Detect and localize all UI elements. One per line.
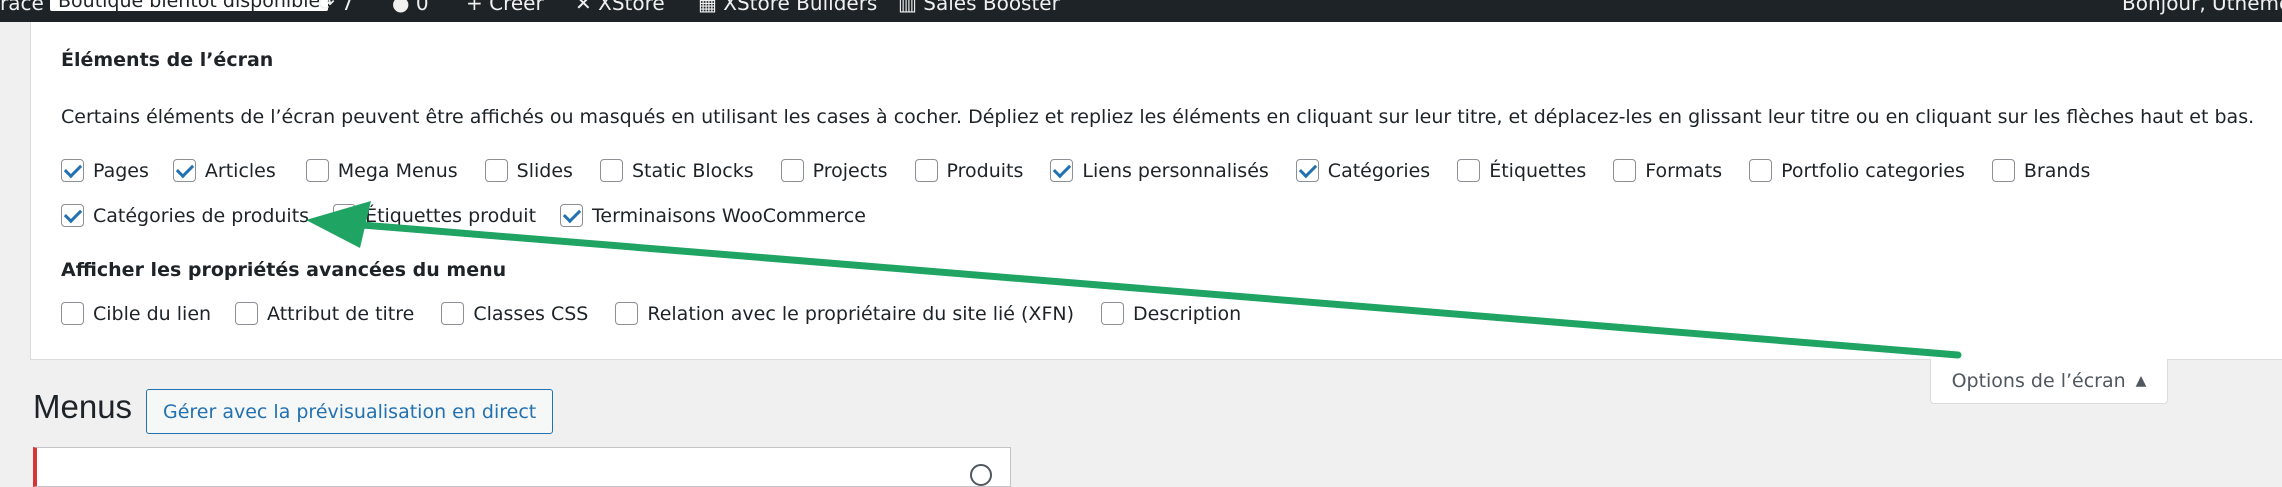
box-label: Articles: [204, 159, 276, 182]
comments-link[interactable]: ● 0: [392, 0, 429, 15]
adv-toggle-xfn[interactable]: Relation avec le propriétaire du site li…: [615, 302, 1074, 325]
adv-toggle-link-target[interactable]: Cible du lien: [61, 302, 211, 325]
xstore-logo-icon: ✕: [575, 0, 592, 15]
box-toggle-pages[interactable]: Pages: [61, 159, 149, 182]
store-status-badge[interactable]: Boutique bientôt disponible: [50, 0, 329, 11]
site-name-link[interactable]: race: [0, 0, 44, 15]
adv-toggle-description[interactable]: Description: [1101, 302, 1241, 325]
box-toggle-static-blocks[interactable]: Static Blocks: [599, 159, 754, 182]
box-label: Static Blocks: [631, 159, 754, 182]
checkbox[interactable]: [235, 302, 259, 325]
help-circle-icon[interactable]: [970, 464, 992, 486]
checkbox[interactable]: [1050, 159, 1074, 182]
box-toggle-slides[interactable]: Slides: [484, 159, 573, 182]
advanced-properties-title: Afficher les propriétés avancées du menu: [61, 259, 507, 281]
comments-count: 0: [415, 0, 429, 15]
advanced-row: Cible du lien Attribut de titre Classes …: [61, 302, 1241, 325]
sales-booster-link[interactable]: ▥ Sales Booster: [898, 0, 1060, 15]
checkbox[interactable]: [1749, 159, 1773, 182]
updates-count: 7: [341, 0, 354, 15]
builders-label: XStore Builders: [723, 0, 878, 15]
live-preview-button[interactable]: Gérer avec la prévisualisation en direct: [146, 389, 554, 434]
comment-icon: ●: [392, 0, 410, 15]
box-label: Slides: [516, 159, 573, 182]
box-label: Pages: [93, 159, 149, 182]
sales-booster-label: Sales Booster: [923, 0, 1060, 15]
xstore-builders-link[interactable]: ▦ XStore Builders: [698, 0, 877, 15]
checkbox[interactable]: [1991, 159, 2015, 182]
triangle-up-icon: ▲: [2135, 373, 2147, 389]
box-label: Brands: [2023, 159, 2091, 182]
xstore-link[interactable]: ✕ XStore: [575, 0, 665, 15]
box-label: Portfolio categories: [1781, 159, 1965, 182]
boxes-row-1: Pages Articles Mega Menus Slides Static …: [61, 159, 2090, 182]
boxes-row-2: Catégories de produits Étiquettes produi…: [61, 204, 866, 227]
box-label: Terminaisons WooCommerce: [592, 204, 866, 227]
checkbox[interactable]: [61, 302, 84, 325]
adv-toggle-css-classes[interactable]: Classes CSS: [441, 302, 588, 325]
checkbox[interactable]: [333, 204, 357, 227]
box-toggle-categories-produits[interactable]: Catégories de produits: [61, 204, 309, 227]
screen-options-toggle-label: Options de l’écran: [1951, 370, 2126, 392]
xstore-label: XStore: [598, 0, 665, 15]
checkbox[interactable]: [1613, 159, 1637, 182]
checkbox[interactable]: [441, 302, 465, 325]
adv-toggle-title-attribute[interactable]: Attribut de titre: [235, 302, 414, 325]
box-toggle-brands[interactable]: Brands: [1991, 159, 2091, 182]
adv-label: Classes CSS: [473, 302, 589, 325]
box-label: Projects: [812, 159, 888, 182]
box-label: Produits: [946, 159, 1024, 182]
checkbox[interactable]: [61, 204, 84, 227]
checkbox[interactable]: [1295, 159, 1319, 182]
screen-options-description: Certains éléments de l’écran peuvent êtr…: [61, 106, 2255, 128]
grid-icon: ▦: [698, 0, 717, 15]
checkbox[interactable]: [172, 159, 196, 182]
new-label: Créer: [489, 0, 544, 15]
screen-options-toggle[interactable]: Options de l’écran ▲: [1930, 359, 2168, 404]
box-toggle-portfolio-categories[interactable]: Portfolio categories: [1749, 159, 1965, 182]
adv-label: Description: [1133, 302, 1242, 325]
checkbox[interactable]: [914, 159, 938, 182]
box-label: Catégories de produits: [93, 204, 310, 227]
box-label: Catégories: [1327, 159, 1431, 182]
admin-bar: race Boutique bientôt disponible ⟳ 7 ● 0…: [0, 0, 2282, 22]
box-label: Étiquettes: [1489, 159, 1587, 182]
box-label: Liens personnalisés: [1082, 159, 1269, 182]
checkbox[interactable]: [61, 159, 84, 182]
box-toggle-terminaisons-woocommerce[interactable]: Terminaisons WooCommerce: [560, 204, 866, 227]
checkbox[interactable]: [780, 159, 804, 182]
adv-label: Cible du lien: [93, 302, 212, 325]
box-toggle-articles[interactable]: Articles: [172, 159, 276, 182]
checkbox[interactable]: [305, 159, 329, 182]
new-content-link[interactable]: + Créer: [466, 0, 544, 15]
adv-label: Attribut de titre: [267, 302, 415, 325]
checkbox[interactable]: [1457, 159, 1481, 182]
box-toggle-etiquettes-produit[interactable]: Étiquettes produit: [333, 204, 536, 227]
checkbox[interactable]: [560, 204, 584, 227]
box-toggle-formats[interactable]: Formats: [1613, 159, 1722, 182]
box-toggle-projects[interactable]: Projects: [780, 159, 888, 182]
checkbox[interactable]: [1101, 302, 1125, 325]
screen-options-panel: Éléments de l’écran Certains éléments de…: [30, 22, 2282, 360]
page-title: Menus: [33, 388, 133, 425]
refresh-icon: ⟳: [318, 0, 335, 15]
checkbox[interactable]: [484, 159, 508, 182]
screen-elements-title: Éléments de l’écran: [61, 49, 274, 71]
updates-link[interactable]: ⟳ 7: [318, 0, 354, 15]
adv-label: Relation avec le propriétaire du site li…: [647, 302, 1075, 325]
box-label: Mega Menus: [337, 159, 458, 182]
box-label: Formats: [1645, 159, 1723, 182]
box-toggle-mega-menus[interactable]: Mega Menus: [305, 159, 458, 182]
box-toggle-etiquettes[interactable]: Étiquettes: [1457, 159, 1586, 182]
box-toggle-liens-personnalises[interactable]: Liens personnalisés: [1050, 159, 1269, 182]
plus-icon: +: [466, 0, 483, 15]
account-greeting[interactable]: Bonjour, Utheme: [2122, 0, 2282, 15]
box-toggle-produits[interactable]: Produits: [914, 159, 1024, 182]
checkbox[interactable]: [615, 302, 639, 325]
chart-bars-icon: ▥: [898, 0, 917, 15]
box-label: Étiquettes produit: [365, 204, 537, 227]
menu-edit-box: [33, 447, 1011, 487]
box-toggle-categories[interactable]: Catégories: [1295, 159, 1431, 182]
checkbox[interactable]: [599, 159, 623, 182]
